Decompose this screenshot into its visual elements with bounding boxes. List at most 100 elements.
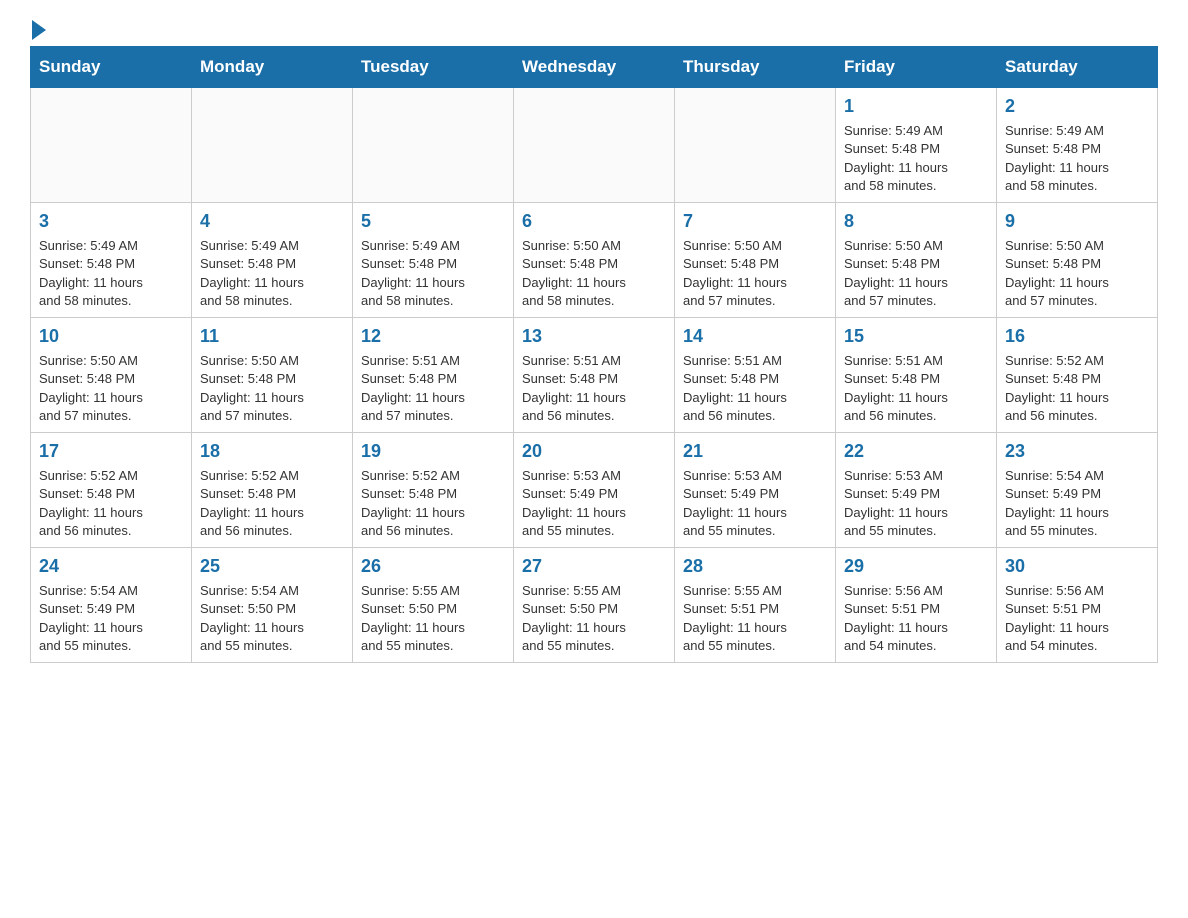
calendar-cell: 12 Sunrise: 5:51 AMSunset: 5:48 PMDayligh…	[353, 318, 514, 433]
day-info: Sunrise: 5:55 AMSunset: 5:50 PMDaylight:…	[522, 582, 666, 655]
day-number: 25	[200, 554, 344, 579]
day-number: 15	[844, 324, 988, 349]
calendar-header-monday: Monday	[192, 47, 353, 88]
calendar-cell: 14 Sunrise: 5:51 AMSunset: 5:48 PMDayligh…	[675, 318, 836, 433]
calendar-cell: 29 Sunrise: 5:56 AMSunset: 5:51 PMDayligh…	[836, 548, 997, 663]
day-info: Sunrise: 5:50 AMSunset: 5:48 PMDaylight:…	[1005, 237, 1149, 310]
day-number: 19	[361, 439, 505, 464]
calendar-cell: 20 Sunrise: 5:53 AMSunset: 5:49 PMDayligh…	[514, 433, 675, 548]
day-info: Sunrise: 5:50 AMSunset: 5:48 PMDaylight:…	[200, 352, 344, 425]
calendar-cell	[192, 88, 353, 203]
day-info: Sunrise: 5:51 AMSunset: 5:48 PMDaylight:…	[522, 352, 666, 425]
calendar-cell: 16 Sunrise: 5:52 AMSunset: 5:48 PMDayligh…	[997, 318, 1158, 433]
calendar-cell	[675, 88, 836, 203]
day-info: Sunrise: 5:56 AMSunset: 5:51 PMDaylight:…	[1005, 582, 1149, 655]
calendar-cell	[514, 88, 675, 203]
day-number: 20	[522, 439, 666, 464]
day-number: 3	[39, 209, 183, 234]
calendar-cell: 1 Sunrise: 5:49 AMSunset: 5:48 PMDaylight…	[836, 88, 997, 203]
calendar-cell	[353, 88, 514, 203]
day-info: Sunrise: 5:55 AMSunset: 5:51 PMDaylight:…	[683, 582, 827, 655]
day-info: Sunrise: 5:49 AMSunset: 5:48 PMDaylight:…	[844, 122, 988, 195]
day-info: Sunrise: 5:55 AMSunset: 5:50 PMDaylight:…	[361, 582, 505, 655]
day-info: Sunrise: 5:50 AMSunset: 5:48 PMDaylight:…	[683, 237, 827, 310]
day-number: 12	[361, 324, 505, 349]
day-number: 6	[522, 209, 666, 234]
calendar-cell: 8 Sunrise: 5:50 AMSunset: 5:48 PMDaylight…	[836, 203, 997, 318]
day-info: Sunrise: 5:49 AMSunset: 5:48 PMDaylight:…	[200, 237, 344, 310]
calendar-cell: 15 Sunrise: 5:51 AMSunset: 5:48 PMDayligh…	[836, 318, 997, 433]
day-info: Sunrise: 5:49 AMSunset: 5:48 PMDaylight:…	[361, 237, 505, 310]
calendar-cell: 11 Sunrise: 5:50 AMSunset: 5:48 PMDayligh…	[192, 318, 353, 433]
day-number: 17	[39, 439, 183, 464]
calendar-cell: 23 Sunrise: 5:54 AMSunset: 5:49 PMDayligh…	[997, 433, 1158, 548]
day-info: Sunrise: 5:54 AMSunset: 5:49 PMDaylight:…	[39, 582, 183, 655]
calendar-table: SundayMondayTuesdayWednesdayThursdayFrid…	[30, 46, 1158, 663]
day-info: Sunrise: 5:51 AMSunset: 5:48 PMDaylight:…	[683, 352, 827, 425]
day-info: Sunrise: 5:54 AMSunset: 5:50 PMDaylight:…	[200, 582, 344, 655]
calendar-cell: 7 Sunrise: 5:50 AMSunset: 5:48 PMDaylight…	[675, 203, 836, 318]
calendar-header-sunday: Sunday	[31, 47, 192, 88]
calendar-week-row-5: 24 Sunrise: 5:54 AMSunset: 5:49 PMDayligh…	[31, 548, 1158, 663]
day-number: 1	[844, 94, 988, 119]
logo-triangle-icon	[32, 20, 46, 40]
day-info: Sunrise: 5:53 AMSunset: 5:49 PMDaylight:…	[844, 467, 988, 540]
calendar-header-tuesday: Tuesday	[353, 47, 514, 88]
calendar-cell: 22Sunrise: 5:53 AMSunset: 5:49 PMDayligh…	[836, 433, 997, 548]
calendar-cell: 25 Sunrise: 5:54 AMSunset: 5:50 PMDayligh…	[192, 548, 353, 663]
calendar-cell: 13 Sunrise: 5:51 AMSunset: 5:48 PMDayligh…	[514, 318, 675, 433]
day-info: Sunrise: 5:49 AMSunset: 5:48 PMDaylight:…	[39, 237, 183, 310]
day-number: 8	[844, 209, 988, 234]
day-number: 5	[361, 209, 505, 234]
calendar-cell: 17 Sunrise: 5:52 AMSunset: 5:48 PMDayligh…	[31, 433, 192, 548]
calendar-cell: 3 Sunrise: 5:49 AMSunset: 5:48 PMDaylight…	[31, 203, 192, 318]
calendar-cell: 6 Sunrise: 5:50 AMSunset: 5:48 PMDaylight…	[514, 203, 675, 318]
calendar-cell: 26 Sunrise: 5:55 AMSunset: 5:50 PMDayligh…	[353, 548, 514, 663]
day-number: 9	[1005, 209, 1149, 234]
day-number: 27	[522, 554, 666, 579]
day-number: 23	[1005, 439, 1149, 464]
day-number: 16	[1005, 324, 1149, 349]
day-info: Sunrise: 5:53 AMSunset: 5:49 PMDaylight:…	[522, 467, 666, 540]
day-number: 7	[683, 209, 827, 234]
day-info: Sunrise: 5:54 AMSunset: 5:49 PMDaylight:…	[1005, 467, 1149, 540]
day-number: 28	[683, 554, 827, 579]
day-number: 2	[1005, 94, 1149, 119]
day-number: 14	[683, 324, 827, 349]
calendar-week-row-1: 1 Sunrise: 5:49 AMSunset: 5:48 PMDaylight…	[31, 88, 1158, 203]
day-info: Sunrise: 5:52 AMSunset: 5:48 PMDaylight:…	[39, 467, 183, 540]
calendar-cell: 28 Sunrise: 5:55 AMSunset: 5:51 PMDayligh…	[675, 548, 836, 663]
calendar-cell: 18Sunrise: 5:52 AMSunset: 5:48 PMDayligh…	[192, 433, 353, 548]
day-info: Sunrise: 5:52 AMSunset: 5:48 PMDaylight:…	[1005, 352, 1149, 425]
day-number: 24	[39, 554, 183, 579]
day-info: Sunrise: 5:49 AMSunset: 5:48 PMDaylight:…	[1005, 122, 1149, 195]
calendar-cell: 21Sunrise: 5:53 AMSunset: 5:49 PMDayligh…	[675, 433, 836, 548]
day-info: Sunrise: 5:51 AMSunset: 5:48 PMDaylight:…	[844, 352, 988, 425]
day-info: Sunrise: 5:50 AMSunset: 5:48 PMDaylight:…	[39, 352, 183, 425]
calendar-week-row-3: 10 Sunrise: 5:50 AMSunset: 5:48 PMDayligh…	[31, 318, 1158, 433]
day-info: Sunrise: 5:51 AMSunset: 5:48 PMDaylight:…	[361, 352, 505, 425]
calendar-cell: 10 Sunrise: 5:50 AMSunset: 5:48 PMDayligh…	[31, 318, 192, 433]
calendar-header-saturday: Saturday	[997, 47, 1158, 88]
calendar-header-friday: Friday	[836, 47, 997, 88]
calendar-cell: 4 Sunrise: 5:49 AMSunset: 5:48 PMDaylight…	[192, 203, 353, 318]
day-info: Sunrise: 5:52 AMSunset: 5:48 PMDaylight:…	[361, 467, 505, 540]
calendar-week-row-4: 17 Sunrise: 5:52 AMSunset: 5:48 PMDayligh…	[31, 433, 1158, 548]
day-number: 13	[522, 324, 666, 349]
calendar-header-wednesday: Wednesday	[514, 47, 675, 88]
calendar-cell: 2 Sunrise: 5:49 AMSunset: 5:48 PMDaylight…	[997, 88, 1158, 203]
day-number: 4	[200, 209, 344, 234]
day-number: 29	[844, 554, 988, 579]
day-info: Sunrise: 5:52 AMSunset: 5:48 PMDaylight:…	[200, 467, 344, 540]
day-info: Sunrise: 5:50 AMSunset: 5:48 PMDaylight:…	[522, 237, 666, 310]
day-number: 26	[361, 554, 505, 579]
day-number: 11	[200, 324, 344, 349]
day-info: Sunrise: 5:53 AMSunset: 5:49 PMDaylight:…	[683, 467, 827, 540]
calendar-cell: 5 Sunrise: 5:49 AMSunset: 5:48 PMDaylight…	[353, 203, 514, 318]
day-info: Sunrise: 5:56 AMSunset: 5:51 PMDaylight:…	[844, 582, 988, 655]
day-number: 10	[39, 324, 183, 349]
calendar-header-row: SundayMondayTuesdayWednesdayThursdayFrid…	[31, 47, 1158, 88]
calendar-cell	[31, 88, 192, 203]
calendar-header-thursday: Thursday	[675, 47, 836, 88]
day-info: Sunrise: 5:50 AMSunset: 5:48 PMDaylight:…	[844, 237, 988, 310]
